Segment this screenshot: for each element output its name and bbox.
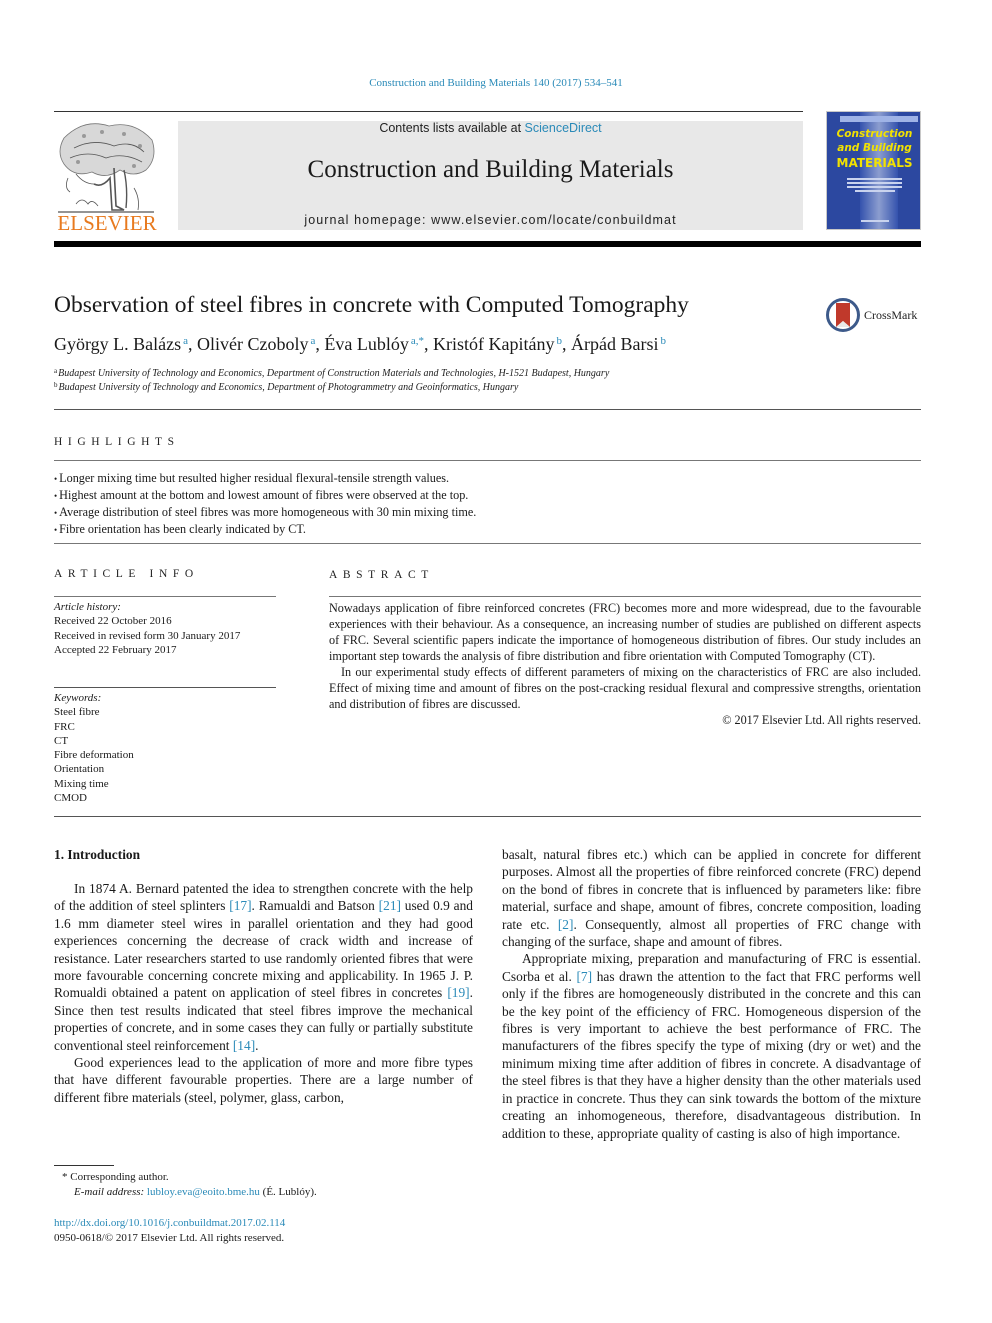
footnote: * Corresponding author. E-mail address: …: [54, 1170, 317, 1200]
affiliation-a: aBudapest University of Technology and E…: [54, 367, 610, 379]
author[interactable]: Árpád Barsi b: [571, 334, 666, 354]
journal-homepage[interactable]: journal homepage: www.elsevier.com/locat…: [178, 213, 803, 227]
divider: [329, 596, 921, 597]
cover-title-line2: and Building: [837, 142, 912, 154]
history-accepted: Accepted 22 February 2017: [54, 643, 177, 656]
author[interactable]: Éva Lublóy a,*: [324, 334, 424, 354]
abstract-heading: ABSTRACT: [329, 569, 434, 581]
divider: [54, 460, 921, 461]
divider: [54, 543, 921, 544]
history-received: Received 22 October 2016: [54, 615, 172, 628]
keyword: Orientation: [54, 763, 105, 776]
highlight-item: Highest amount at the bottom and lowest …: [54, 487, 476, 504]
body-right-column: basalt, natural fibres etc.) which can b…: [502, 846, 921, 1142]
section-heading-introduction: 1. Introduction: [54, 847, 141, 862]
cover-title-line1: Construction: [836, 128, 913, 140]
keywords-label: Keywords:: [54, 692, 102, 704]
contents-line: Contents lists available at ScienceDirec…: [178, 121, 803, 135]
citation-link[interactable]: [17]: [229, 898, 251, 913]
history-revised: Received in revised form 30 January 2017: [54, 629, 241, 642]
abstract-paragraph: Nowadays application of fibre reinforced…: [329, 601, 921, 663]
keyword: Steel fibre: [54, 706, 100, 719]
keyword: Fibre deformation: [54, 749, 134, 762]
doi-link[interactable]: http://dx.doi.org/10.1016/j.conbuildmat.…: [54, 1216, 285, 1231]
divider: [54, 687, 276, 688]
article-history-label: Article history:: [54, 601, 121, 613]
highlight-item: Longer mixing time but resulted higher r…: [54, 470, 476, 487]
corresponding-author-note: * Corresponding author.: [62, 1171, 169, 1183]
highlights-heading: HIGHLIGHTS: [54, 436, 180, 448]
author[interactable]: György L. Balázs a: [54, 334, 188, 354]
author[interactable]: Olivér Czoboly a: [197, 334, 315, 354]
crossmark-button[interactable]: CrossMark: [826, 297, 926, 333]
header-thick-rule: [54, 241, 921, 247]
citation-link[interactable]: [19]: [447, 985, 469, 1000]
abstract-paragraph: In our experimental study effects of dif…: [329, 665, 921, 711]
cover-text-line: [847, 186, 902, 188]
cover-text-line: [847, 182, 902, 184]
article-info-heading: ARTICLE INFO: [54, 568, 199, 580]
abstract-copyright: © 2017 Elsevier Ltd. All rights reserved…: [722, 713, 921, 727]
article-title: Observation of steel fibres in concrete …: [54, 292, 689, 318]
author-affiliation-mark[interactable]: b: [661, 335, 667, 347]
divider: [54, 409, 921, 410]
elsevier-wordmark: ELSEVIER: [57, 211, 157, 235]
citation-link[interactable]: [7]: [576, 969, 592, 984]
cover-title-line3: MATERIALS: [836, 156, 913, 170]
keyword: FRC: [54, 720, 75, 733]
issn-copyright: 0950-0618/© 2017 Elsevier Ltd. All right…: [54, 1231, 285, 1244]
footnote-rule: [54, 1165, 114, 1166]
crossmark-icon: [826, 298, 860, 332]
cover-text-line: [861, 220, 889, 222]
sciencedirect-link[interactable]: ScienceDirect: [525, 121, 602, 135]
contents-prefix: Contents lists available at: [379, 121, 525, 135]
keyword: CT: [54, 734, 69, 747]
keyword: Mixing time: [54, 777, 109, 790]
keyword: CMOD: [54, 792, 88, 805]
author[interactable]: Kristóf Kapitány b: [433, 334, 562, 354]
author-affiliation-mark[interactable]: a,*: [411, 335, 424, 347]
body-left-column: In 1874 A. Bernard patented the idea to …: [54, 880, 473, 1106]
author-list: György L. Balázs a, Olivér Czoboly a, Éva …: [54, 334, 667, 354]
journal-name: Construction and Building Materials: [307, 156, 674, 183]
highlights-list: Longer mixing time but resulted higher r…: [54, 470, 476, 538]
abstract-body: Nowadays application of fibre reinforced…: [329, 600, 921, 728]
email-link[interactable]: lubloy.eva@eoito.bme.hu: [147, 1186, 260, 1198]
citation-link[interactable]: [2]: [558, 917, 574, 932]
citation-link[interactable]: [21]: [379, 898, 401, 913]
divider: [54, 596, 276, 597]
header-rule: [54, 111, 803, 112]
divider: [54, 816, 921, 817]
footer: http://dx.doi.org/10.1016/j.conbuildmat.…: [54, 1216, 285, 1245]
body-paragraph: basalt, natural fibres etc.) which can b…: [502, 847, 921, 950]
email-note: E-mail address: lubloy.eva@eoito.bme.hu …: [54, 1185, 317, 1200]
article-history: Article history: Received 22 October 201…: [54, 600, 276, 657]
journal-citation-link[interactable]: Construction and Building Materials 140 …: [0, 77, 992, 89]
crossmark-label: CrossMark: [864, 308, 918, 322]
body-paragraph: Good experiences lead to the application…: [54, 1055, 473, 1105]
cover-stripe: [840, 116, 918, 122]
journal-cover-thumbnail[interactable]: Construction and Building MATERIALS: [826, 111, 921, 230]
email-owner: (É. Lublóy).: [262, 1186, 317, 1198]
body-paragraph: Appropriate mixing, preparation and manu…: [502, 951, 922, 1141]
cover-text-line: [847, 178, 902, 180]
citation-link[interactable]: [14]: [233, 1038, 255, 1053]
highlight-item: Average distribution of steel fibres was…: [54, 504, 476, 521]
affiliation-b: bBudapest University of Technology and E…: [54, 381, 519, 393]
keywords: Keywords: Steel fibre FRC CT Fibre defor…: [54, 691, 276, 805]
cover-text-line: [855, 190, 895, 192]
highlight-item: Fibre orientation has been clearly indic…: [54, 521, 476, 538]
email-label: E-mail address:: [74, 1186, 145, 1198]
body-paragraph: In 1874 A. Bernard patented the idea to …: [54, 881, 473, 1053]
